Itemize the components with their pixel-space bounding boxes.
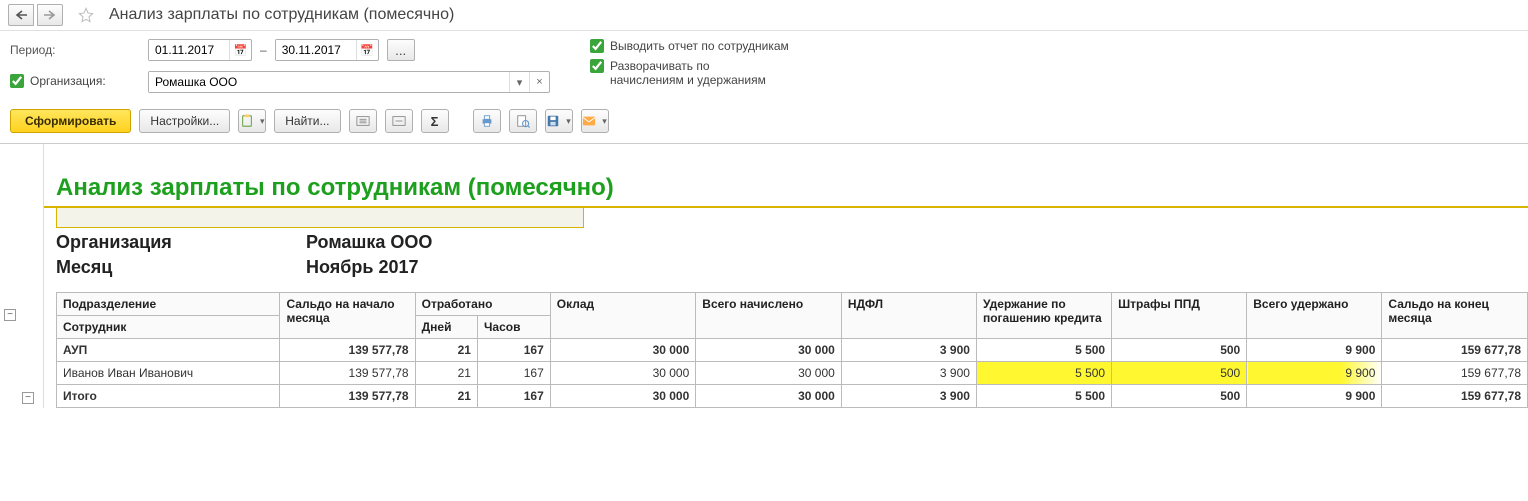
sum-button[interactable]: Σ	[421, 109, 449, 133]
table-row[interactable]: Итого 139 577,78 21 167 30 000 30 000 3 …	[44, 385, 1528, 408]
sigma-icon: Σ	[431, 114, 439, 129]
opt-expand-label: Разворачивать по начислениям и удержания…	[610, 59, 780, 87]
table-row[interactable]: Иванов Иван Иванович 139 577,78 21 167 3…	[44, 362, 1528, 385]
col-hours: Часов	[477, 316, 550, 339]
toolbar: Сформировать Настройки... ▾ Найти... Σ ▾…	[0, 103, 1528, 143]
opt-by-employee-label: Выводить отчет по сотрудникам	[610, 39, 789, 53]
collapse-icon	[392, 114, 406, 128]
printer-icon	[480, 114, 494, 128]
expand-groups-button[interactable]	[349, 109, 377, 133]
clear-icon[interactable]: ×	[529, 72, 549, 92]
date-to-field[interactable]	[276, 40, 356, 60]
tree-collapse-dept[interactable]: −	[22, 392, 34, 404]
print-preview-icon	[516, 114, 530, 128]
mail-button[interactable]: ▾	[581, 109, 609, 133]
col-saldo-start: Сальдо на начало месяца	[280, 293, 415, 339]
find-button[interactable]: Найти...	[274, 109, 340, 133]
cell-name: Итого	[56, 385, 280, 408]
date-from-field[interactable]	[149, 40, 229, 60]
nav-back-button[interactable]	[8, 4, 34, 26]
org-filter-checkbox[interactable]: Организация:	[10, 74, 106, 88]
table-row[interactable]: АУП 139 577,78 21 167 30 000 30 000 3 90…	[44, 339, 1528, 362]
date-from-input[interactable]: 📅	[148, 39, 252, 61]
period-label: Период:	[10, 43, 140, 57]
org-label: Организация:	[30, 74, 106, 88]
calendar-icon[interactable]: 📅	[229, 40, 251, 60]
opt-by-employee-checkbox[interactable]	[590, 39, 604, 53]
diskette-icon	[546, 114, 560, 128]
meta-org-label: Организация	[56, 232, 306, 253]
opt-expand[interactable]: Разворачивать по начислениям и удержания…	[590, 59, 789, 87]
print-preview-button[interactable]	[509, 109, 537, 133]
report-body: Анализ зарплаты по сотрудникам (помесячн…	[44, 144, 1528, 408]
cell-name: Иванов Иван Иванович	[56, 362, 280, 385]
opt-by-employee[interactable]: Выводить отчет по сотрудникам	[590, 39, 789, 53]
col-employee: Сотрудник	[56, 316, 280, 339]
date-to-input[interactable]: 📅	[275, 39, 379, 61]
dash-separator: –	[260, 43, 267, 57]
col-loan-ded: Удержание по погашению кредита	[976, 293, 1111, 339]
org-checkbox[interactable]	[10, 74, 24, 88]
cell-name: АУП	[56, 339, 280, 362]
save-button[interactable]: ▾	[545, 109, 573, 133]
collapse-groups-button[interactable]	[385, 109, 413, 133]
nav-forward-button[interactable]	[37, 4, 63, 26]
dropdown-icon[interactable]: ▾	[509, 72, 529, 92]
meta-month-value: Ноябрь 2017	[306, 257, 418, 278]
col-dept: Подразделение	[56, 293, 280, 316]
opt-expand-checkbox[interactable]	[590, 59, 604, 73]
arrow-left-icon	[15, 10, 27, 20]
period-picker-button[interactable]: ...	[387, 39, 415, 61]
col-days: Дней	[415, 316, 477, 339]
org-field[interactable]	[149, 72, 509, 92]
report-title: Анализ зарплаты по сотрудникам (помесячн…	[44, 174, 1528, 208]
meta-month-label: Месяц	[56, 257, 306, 278]
filter-panel: Период: 📅 – 📅 ... Организация:	[0, 31, 1528, 103]
print-button[interactable]	[473, 109, 501, 133]
col-worked: Отработано	[415, 293, 550, 316]
col-total-ded: Всего удержано	[1247, 293, 1382, 339]
chevron-down-icon: ▾	[566, 116, 571, 127]
favorite-star-icon[interactable]	[77, 6, 95, 24]
col-salary: Оклад	[550, 293, 696, 339]
titlebar: Анализ зарплаты по сотрудникам (помесячн…	[0, 0, 1528, 31]
org-select[interactable]: ▾ ×	[148, 71, 550, 93]
report-pane: − − Анализ зарплаты по сотрудникам (поме…	[0, 143, 1528, 408]
calendar-icon[interactable]: 📅	[356, 40, 378, 60]
arrow-right-icon	[44, 10, 56, 20]
clipboard-icon	[240, 114, 254, 128]
settings-button[interactable]: Настройки...	[139, 109, 230, 133]
tree-gutter: − −	[0, 144, 44, 408]
page-title: Анализ зарплаты по сотрудникам (помесячн…	[109, 6, 454, 24]
tree-collapse-root[interactable]: −	[4, 309, 16, 321]
col-fines: Штрафы ППД	[1112, 293, 1247, 339]
chevron-down-icon: ▾	[602, 116, 607, 127]
chevron-down-icon: ▾	[260, 116, 265, 127]
col-ndfl: НДФЛ	[841, 293, 976, 339]
mail-icon	[582, 115, 596, 127]
expand-icon	[356, 114, 370, 128]
report-table: Подразделение Сальдо на начало месяца От…	[44, 292, 1528, 408]
generate-button[interactable]: Сформировать	[10, 109, 131, 133]
variants-button[interactable]: ▾	[238, 109, 266, 133]
meta-org-value: Ромашка ООО	[306, 232, 432, 253]
col-total-accrued: Всего начислено	[696, 293, 842, 339]
col-saldo-end: Сальдо на конец месяца	[1382, 293, 1528, 339]
